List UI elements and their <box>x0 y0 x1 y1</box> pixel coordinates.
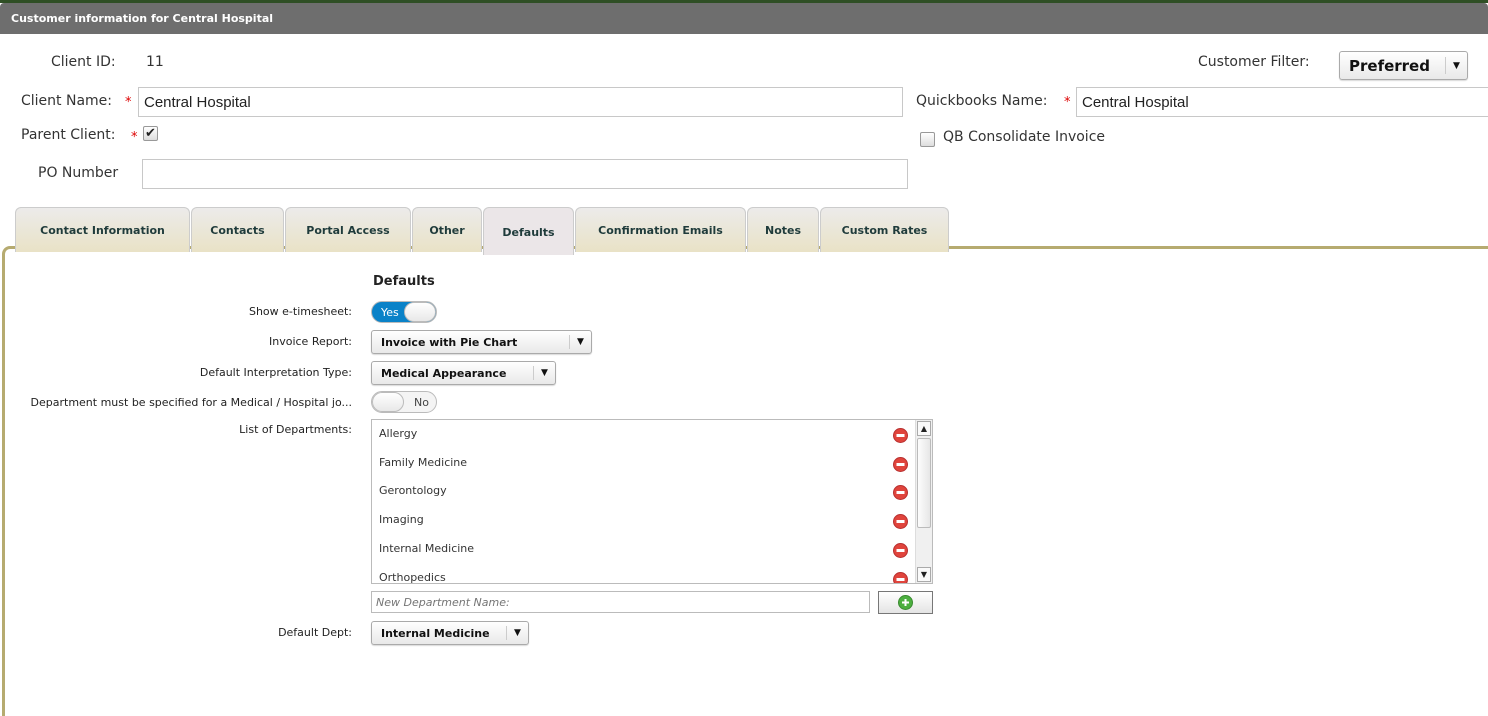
chevron-down-icon: ▼ <box>1445 57 1467 74</box>
qb-consolidate-checkbox[interactable] <box>920 132 935 147</box>
plus-circle-icon <box>898 595 913 610</box>
chevron-down-icon: ▼ <box>569 335 591 349</box>
po-number-label: PO Number <box>38 165 119 181</box>
remove-department-icon[interactable] <box>893 571 908 583</box>
tab-contacts[interactable]: Contacts <box>191 207 284 252</box>
toggle-state: No <box>414 396 429 409</box>
department-item: Orthopedics <box>379 570 446 584</box>
departments-list: Allergy Family Medicine Gerontology Imaging… <box>371 419 933 584</box>
customer-filter-select[interactable]: Preferred ▼ <box>1339 51 1468 80</box>
required-mark: * <box>125 95 132 110</box>
tab-defaults[interactable]: Defaults <box>483 207 574 255</box>
toggle-knob <box>404 302 436 322</box>
parent-client-checkbox[interactable]: ✔ <box>143 126 158 141</box>
add-department-button[interactable] <box>878 591 933 614</box>
tab-contact-information[interactable]: Contact Information <box>15 207 190 252</box>
department-required-label: Department must be specified for a Medic… <box>30 396 352 409</box>
default-dept-value: Internal Medicine <box>381 626 490 640</box>
interpretation-type-select[interactable]: Medical Appearance ▼ <box>371 361 556 385</box>
remove-department-icon[interactable] <box>893 456 908 472</box>
default-dept-select[interactable]: Internal Medicine ▼ <box>371 621 529 645</box>
chevron-down-icon: ▼ <box>533 366 555 380</box>
customer-filter-value: Preferred <box>1349 56 1430 75</box>
window-title: Customer information for Central Hospita… <box>0 3 1488 34</box>
client-name-input[interactable] <box>138 87 903 117</box>
remove-department-icon[interactable] <box>893 428 908 443</box>
default-dept-label: Default Dept: <box>278 626 352 639</box>
customer-filter-label: Customer Filter: <box>1198 54 1310 70</box>
department-item: Imaging <box>379 513 424 527</box>
tab-notes[interactable]: Notes <box>747 207 819 252</box>
department-item: Internal Medicine <box>379 541 475 555</box>
remove-department-icon[interactable] <box>893 514 908 530</box>
remove-department-icon[interactable] <box>893 485 908 501</box>
department-item: Gerontology <box>379 484 447 498</box>
interpretation-type-value: Medical Appearance <box>381 366 507 380</box>
new-department-input[interactable] <box>371 591 870 613</box>
required-mark: * <box>1064 95 1071 110</box>
scroll-thumb[interactable] <box>917 438 931 528</box>
department-item: Family Medicine <box>379 455 468 469</box>
scrollbar[interactable]: ▲ ▼ <box>915 420 932 583</box>
client-name-label: Client Name: <box>21 93 112 109</box>
section-heading: Defaults <box>373 274 435 289</box>
chevron-down-icon: ▼ <box>506 626 528 640</box>
invoice-report-value: Invoice with Pie Chart <box>381 335 518 349</box>
tab-custom-rates[interactable]: Custom Rates <box>820 207 949 252</box>
quickbooks-name-label: Quickbooks Name: <box>916 93 1048 109</box>
client-id-label: Client ID: <box>51 54 116 70</box>
tab-other[interactable]: Other <box>412 207 482 252</box>
required-mark: * <box>131 130 138 145</box>
scroll-up-icon[interactable]: ▲ <box>917 421 931 436</box>
departments-label: List of Departments: <box>239 423 352 436</box>
quickbooks-name-input[interactable] <box>1076 87 1488 117</box>
department-required-toggle[interactable]: No <box>371 391 437 413</box>
invoice-report-select[interactable]: Invoice with Pie Chart ▼ <box>371 330 592 354</box>
scroll-down-icon[interactable]: ▼ <box>917 567 931 582</box>
parent-client-label: Parent Client: <box>21 127 116 143</box>
remove-department-icon[interactable] <box>893 542 908 558</box>
po-number-input[interactable] <box>142 159 908 189</box>
tab-portal-access[interactable]: Portal Access <box>285 207 411 252</box>
show-etimesheet-label: Show e-timesheet: <box>248 305 352 318</box>
interpretation-type-label: Default Interpretation Type: <box>199 366 352 379</box>
show-etimesheet-toggle[interactable]: Yes <box>371 301 437 323</box>
client-id-value: 11 <box>146 54 164 70</box>
tab-confirmation-emails[interactable]: Confirmation Emails <box>575 207 746 252</box>
invoice-report-label: Invoice Report: <box>269 335 352 348</box>
department-item: Allergy <box>379 427 418 440</box>
qb-consolidate-label: QB Consolidate Invoice <box>943 129 1105 145</box>
toggle-state: Yes <box>381 306 399 319</box>
toggle-knob <box>372 392 404 412</box>
